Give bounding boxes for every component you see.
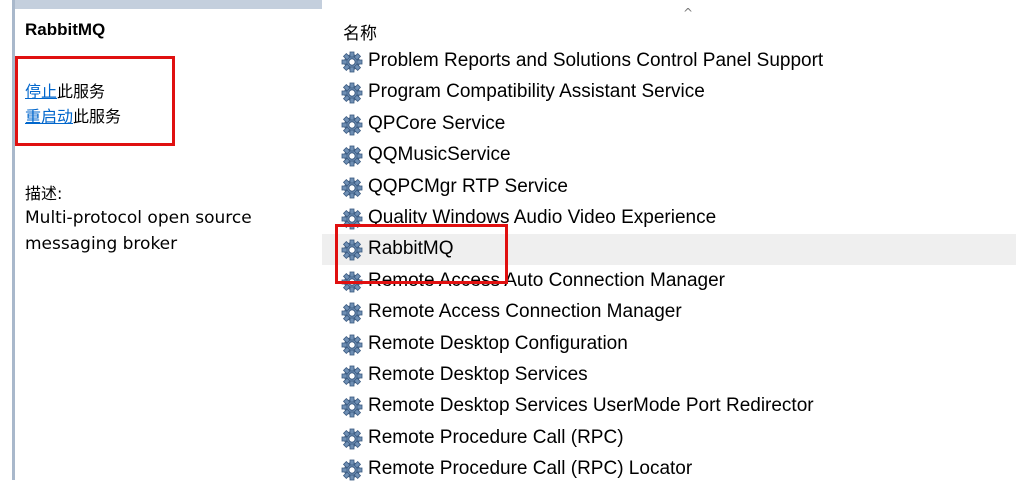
- service-name-label: Remote Desktop Services: [368, 364, 588, 385]
- service-row[interactable]: Program Compatibility Assistant Service: [322, 77, 1016, 108]
- service-row[interactable]: Problem Reports and Solutions Control Pa…: [322, 46, 1016, 77]
- service-name-label: Remote Procedure Call (RPC): [368, 426, 624, 448]
- service-name-label: Remote Desktop Services UserMode Port Re…: [368, 395, 814, 417]
- service-name-label: Problem Reports and Solutions Control Pa…: [368, 50, 824, 71]
- gear-icon: [341, 145, 363, 167]
- annotation-box-actions: [15, 56, 175, 146]
- service-name-label: Remote Desktop Configuration: [368, 332, 628, 354]
- gear-icon: [341, 365, 363, 387]
- gear-icon: [341, 396, 363, 418]
- gear-icon: [341, 459, 363, 481]
- service-row[interactable]: Remote Procedure Call (RPC) Locator: [322, 454, 1016, 485]
- service-row[interactable]: Remote Desktop Services UserMode Port Re…: [322, 391, 1016, 422]
- service-title: RabbitMQ: [25, 20, 106, 39]
- gear-icon: [341, 51, 363, 73]
- service-row[interactable]: QPCore Service: [322, 109, 1016, 140]
- sort-ascending-icon: ^: [683, 6, 694, 20]
- description-label: 描述:: [25, 184, 63, 203]
- column-header-name[interactable]: 名称: [343, 19, 377, 44]
- service-row[interactable]: QQMusicService: [322, 140, 1016, 171]
- annotation-box-rabbitmq: [335, 224, 508, 284]
- gear-icon: [341, 177, 363, 199]
- gear-icon: [341, 334, 363, 356]
- service-name-label: Remote Access Connection Manager: [368, 301, 682, 323]
- service-name-label: QQMusicService: [368, 144, 511, 166]
- service-name-label: QPCore Service: [368, 112, 506, 134]
- gear-icon: [341, 428, 363, 450]
- description-text: Multi-protocol open source messaging bro…: [25, 208, 252, 254]
- service-row[interactable]: Remote Desktop Services: [322, 360, 1016, 391]
- service-row[interactable]: Remote Desktop Configuration: [322, 329, 1016, 360]
- service-row[interactable]: Remote Procedure Call (RPC): [322, 423, 1016, 454]
- gear-icon: [341, 82, 363, 104]
- service-row[interactable]: QQPCMgr RTP Service: [322, 172, 1016, 203]
- gear-icon: [341, 302, 363, 324]
- service-name-label: QQPCMgr RTP Service: [368, 175, 568, 197]
- details-tab-strip: [12, 0, 322, 9]
- gear-icon: [341, 114, 363, 136]
- service-name-label: Remote Procedure Call (RPC) Locator: [368, 458, 693, 480]
- service-name-label: Program Compatibility Assistant Service: [368, 81, 705, 103]
- service-row[interactable]: Remote Access Connection Manager: [322, 297, 1016, 328]
